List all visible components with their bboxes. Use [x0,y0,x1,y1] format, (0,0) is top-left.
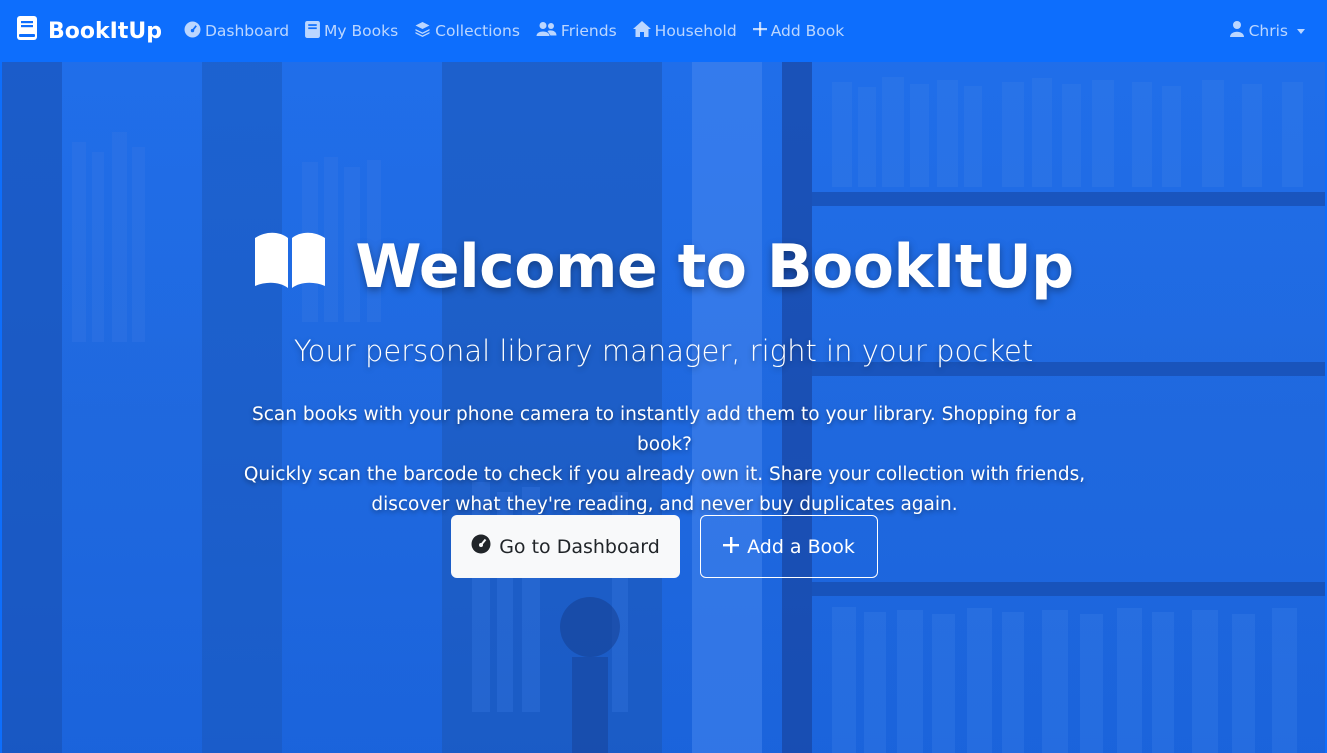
nav-label-collections: Collections [435,22,520,40]
nav-label-household: Household [654,22,737,40]
book-icon [305,20,320,42]
nav-item-friends[interactable]: Friends [536,21,617,41]
nav-item-collections[interactable]: Collections [414,21,520,41]
hero-section: Welcome to BookItUp Your personal librar… [2,62,1325,753]
hero-title-text: Welcome to BookItUp [355,231,1074,302]
home-icon [632,21,651,41]
add-a-book-label: Add a Book [747,535,855,558]
brand-link[interactable]: BookItUp [16,16,162,46]
add-a-book-button[interactable]: Add a Book [700,515,878,578]
hero-title: Welcome to BookItUp [2,230,1325,303]
plus-icon [723,536,740,558]
hero-subtitle: Your personal library manager, right in … [293,334,1034,368]
user-name: Chris [1248,22,1288,40]
nav-links: Dashboard My Books Collections Friends H… [184,20,845,42]
nav-item-my-books[interactable]: My Books [305,20,399,42]
hero-description-line: Scan books with your phone camera to ins… [251,404,1078,455]
nav-item-dashboard[interactable]: Dashboard [184,21,289,42]
plus-icon [752,22,767,40]
user-icon [1229,21,1244,41]
nav-label-dashboard: Dashboard [204,22,290,40]
nav-item-add-book[interactable]: Add Book [752,22,845,40]
nav-label-friends: Friends [560,22,617,40]
user-friends-icon [536,21,557,41]
layer-group-icon [414,21,431,41]
tachometer-icon [471,534,491,559]
go-to-dashboard-label: Go to Dashboard [499,535,660,558]
nav-label-add-book: Add Book [770,22,845,40]
tachometer-icon [184,21,201,42]
hero-description-line: Quickly scan the barcode to check if you… [243,464,1086,485]
nav-label-my-books: My Books [324,22,399,40]
book-icon [16,16,38,46]
book-open-icon [253,230,327,303]
navbar: BookItUp Dashboard My Books Collections … [0,0,1327,62]
user-menu-toggle[interactable]: Chris [1229,0,1305,62]
hero-description: Scan books with your phone camera to ins… [232,400,1097,520]
caret-down-icon [1297,28,1305,34]
brand-name: BookItUp [48,18,162,44]
hero-content: Welcome to BookItUp Your personal librar… [2,62,1325,753]
go-to-dashboard-button[interactable]: Go to Dashboard [451,515,680,578]
nav-item-household[interactable]: Household [632,21,737,41]
